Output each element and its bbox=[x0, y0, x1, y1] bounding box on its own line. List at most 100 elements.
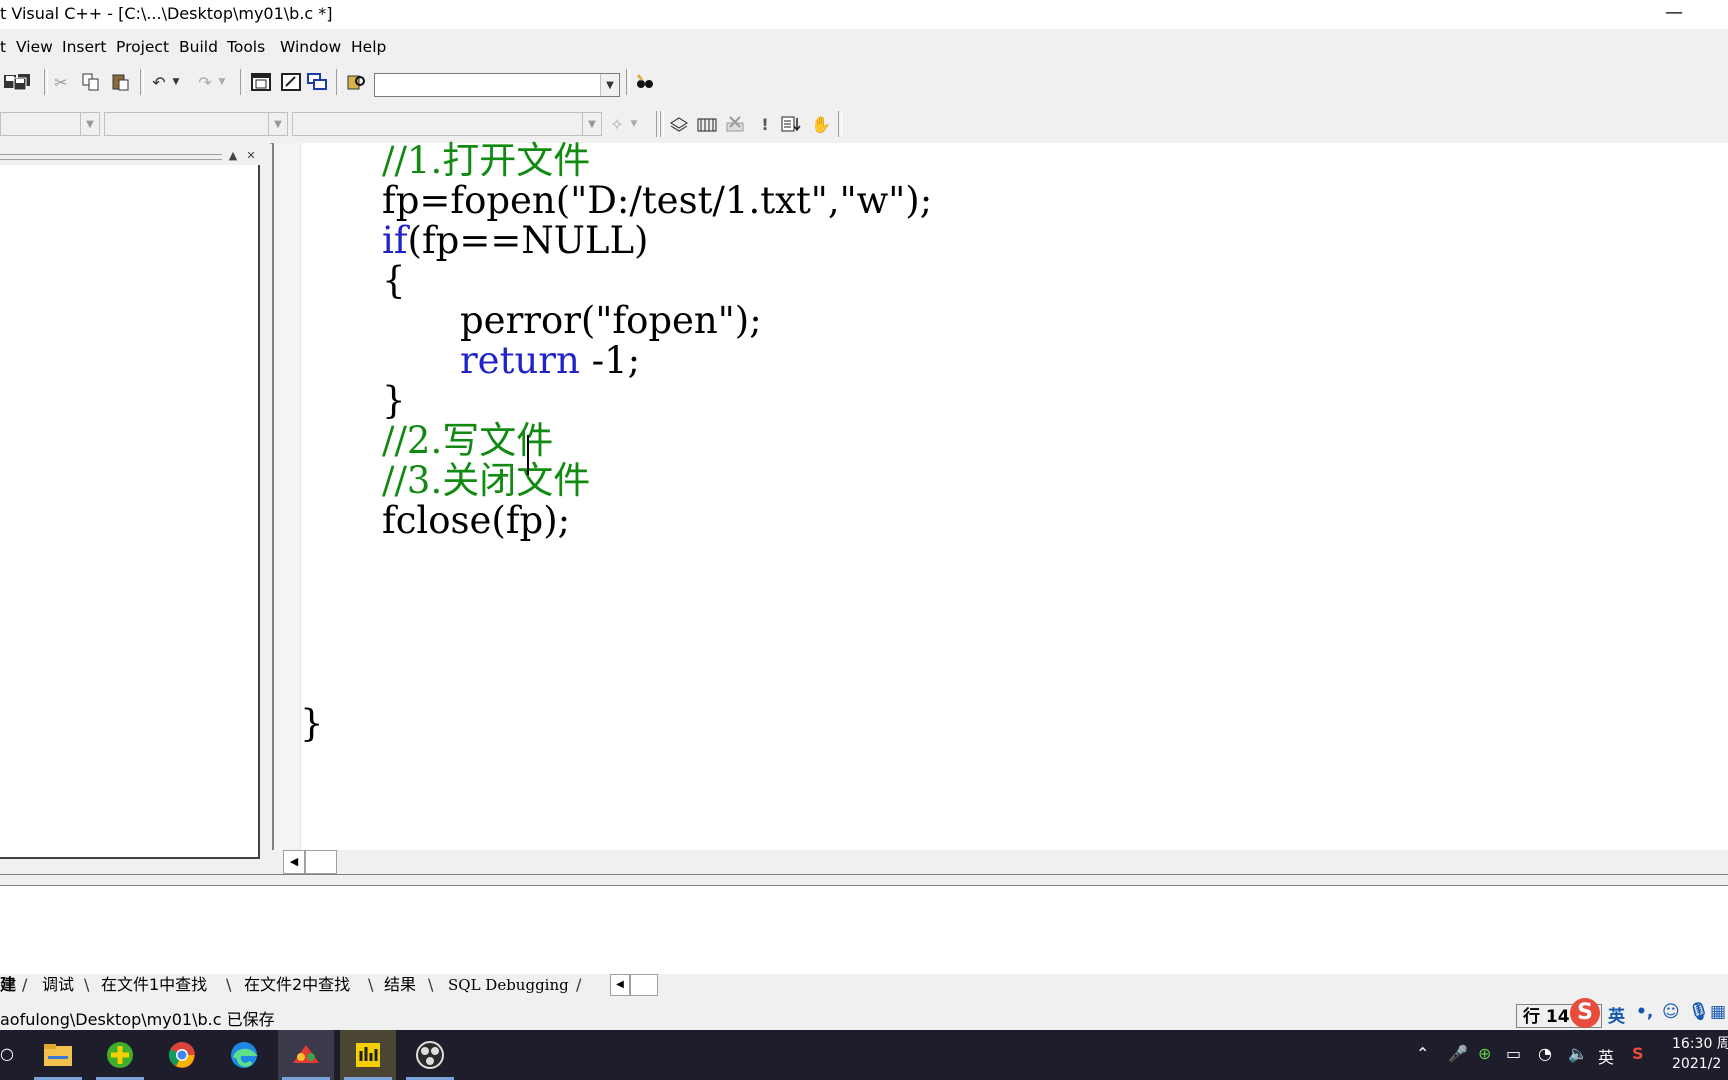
toolbar-separator bbox=[240, 69, 244, 95]
tray-battery-icon[interactable]: ▭ bbox=[1506, 1044, 1521, 1063]
code-line[interactable]: } bbox=[382, 381, 406, 421]
code-line[interactable]: return -1; bbox=[460, 341, 640, 381]
cut-icon[interactable]: ✂ bbox=[50, 71, 72, 93]
code-keyword: if bbox=[382, 219, 408, 262]
tray-chevron-up-icon[interactable]: ⌃ bbox=[1416, 1044, 1429, 1063]
taskbar-clock[interactable]: 16:30 周 2021/2 bbox=[1672, 1034, 1728, 1074]
output-icon[interactable] bbox=[280, 71, 302, 93]
obs-icon bbox=[416, 1041, 444, 1069]
filter-combo[interactable]: ▼ bbox=[104, 112, 288, 136]
sogou-logo-icon[interactable]: S bbox=[1570, 998, 1600, 1028]
code-keyword: return bbox=[460, 339, 580, 382]
wizard-icon[interactable]: ✧ bbox=[606, 113, 628, 135]
minimize-button[interactable]: — bbox=[1662, 2, 1686, 24]
redo-icon[interactable]: ↷ bbox=[194, 71, 216, 93]
taskbar-file-explorer[interactable] bbox=[30, 1030, 86, 1080]
members-combo[interactable]: ▼ bbox=[292, 112, 602, 136]
code-line[interactable]: fclose(fp); bbox=[382, 501, 570, 541]
menu-help[interactable]: Help bbox=[351, 38, 386, 56]
tray-volume-icon[interactable]: 🔈 bbox=[1568, 1044, 1588, 1063]
class-combo[interactable]: ▼ bbox=[0, 112, 100, 136]
status-message: aofulong\Desktop\my01\b.c 已保存 bbox=[0, 1010, 275, 1029]
ime-language[interactable]: 英 bbox=[1608, 1002, 1625, 1027]
workspace-tree[interactable] bbox=[0, 165, 260, 859]
code-editor[interactable]: //1.打开文件 fp=fopen("D:/test/1.txt","w"); if… bbox=[272, 141, 1728, 850]
taskbar-obs-app[interactable] bbox=[402, 1030, 458, 1080]
code-line[interactable]: fp=fopen("D:/test/1.txt","w"); bbox=[382, 181, 932, 221]
tab-results[interactable]: 结果 bbox=[384, 974, 416, 996]
scroll-left-icon[interactable]: ◀ bbox=[283, 850, 305, 874]
code-text: { bbox=[382, 259, 406, 302]
find-combo[interactable]: ▼ bbox=[374, 73, 620, 97]
tray-sogou-icon[interactable]: S bbox=[1632, 1044, 1644, 1063]
undo-dropdown-icon[interactable]: ▼ bbox=[170, 71, 182, 93]
code-line[interactable]: if(fp==NULL) bbox=[382, 221, 648, 261]
tab-sql-debugging[interactable]: SQL Debugging bbox=[448, 974, 569, 996]
chevron-down-icon[interactable]: ▼ bbox=[582, 113, 601, 135]
tray-ime-language[interactable]: 英 bbox=[1598, 1044, 1614, 1068]
chevron-down-icon[interactable]: ▼ bbox=[600, 74, 619, 96]
find-in-files-icon[interactable] bbox=[346, 71, 368, 93]
breakpoint-icon[interactable]: ✋ bbox=[810, 113, 832, 135]
undo-icon[interactable]: ↶ bbox=[148, 71, 170, 93]
taskbar-360-browser[interactable] bbox=[92, 1030, 148, 1080]
go-icon[interactable] bbox=[780, 113, 802, 135]
ime-voice-icon[interactable]: 🎙 bbox=[1688, 1002, 1710, 1022]
execute-icon[interactable]: ! bbox=[754, 113, 776, 135]
wizard-dropdown-icon[interactable]: ▼ bbox=[628, 113, 640, 135]
chevron-down-icon[interactable]: ▼ bbox=[268, 113, 287, 135]
close-pane-icon[interactable]: ✕ bbox=[244, 149, 258, 163]
code-line[interactable]: { bbox=[382, 261, 406, 301]
ime-punctuation[interactable]: •, bbox=[1636, 1002, 1653, 1022]
menu-view[interactable]: View bbox=[16, 38, 53, 56]
tray-360-icon[interactable]: ⊕ bbox=[1478, 1044, 1491, 1063]
menu-build[interactable]: Build bbox=[179, 38, 218, 56]
tab-find-in-files-1[interactable]: 在文件1中查找 bbox=[101, 974, 207, 996]
taskbar-chrome[interactable] bbox=[154, 1030, 210, 1080]
tabs-scroll-left-icon[interactable]: ◀ bbox=[610, 974, 630, 996]
redo-dropdown-icon[interactable]: ▼ bbox=[216, 71, 228, 93]
code-line[interactable]: } bbox=[300, 704, 324, 744]
taskbar-edge[interactable] bbox=[216, 1030, 272, 1080]
taskbar-vc-app[interactable] bbox=[340, 1030, 396, 1080]
tray-wifi-icon[interactable]: ◔ bbox=[1538, 1044, 1552, 1063]
compile-icon[interactable] bbox=[668, 113, 690, 135]
code-line[interactable]: //1.打开文件 bbox=[382, 141, 590, 181]
output-pane[interactable] bbox=[0, 886, 1728, 974]
menu-edit[interactable]: t bbox=[0, 38, 6, 56]
tab-find-in-files-2[interactable]: 在文件2中查找 bbox=[244, 974, 350, 996]
build-icon[interactable] bbox=[696, 113, 718, 135]
code-text: perror("fopen"); bbox=[460, 299, 762, 342]
scroll-thumb[interactable] bbox=[305, 850, 337, 874]
copy-icon[interactable] bbox=[80, 71, 102, 93]
menu-insert[interactable]: Insert bbox=[62, 38, 106, 56]
search-icon[interactable]: ○ bbox=[0, 1044, 14, 1063]
workspace-icon[interactable] bbox=[250, 71, 272, 93]
pane-gripper[interactable] bbox=[0, 154, 222, 160]
maximize-pane-icon[interactable]: ▲ bbox=[226, 149, 240, 163]
save-all-icon[interactable] bbox=[12, 71, 34, 93]
ime-skin-icon[interactable]: ▦ bbox=[1710, 1002, 1726, 1022]
menu-tools[interactable]: Tools bbox=[227, 38, 265, 56]
code-line[interactable]: perror("fopen"); bbox=[460, 301, 762, 341]
tab-debug[interactable]: 调试 bbox=[42, 974, 74, 996]
stop-build-icon[interactable] bbox=[724, 113, 746, 135]
title-bar: t Visual C++ - [C:\...\Desktop\my01\b.c … bbox=[0, 0, 1728, 29]
tab-divider: / bbox=[576, 975, 582, 994]
tabs-scroll-thumb[interactable] bbox=[630, 974, 658, 996]
menu-window[interactable]: Window bbox=[280, 38, 341, 56]
ime-toolbar[interactable]: S 英 •, ☺ 🎙 ▦ bbox=[1570, 998, 1728, 1030]
code-area[interactable]: //1.打开文件 fp=fopen("D:/test/1.txt","w"); if… bbox=[274, 141, 1728, 850]
menu-project[interactable]: Project bbox=[116, 38, 169, 56]
ime-emoji-icon[interactable]: ☺ bbox=[1662, 1002, 1680, 1022]
tab-build[interactable]: 建 bbox=[0, 974, 16, 996]
taskbar-paint-app[interactable] bbox=[278, 1030, 334, 1080]
editor-hscrollbar[interactable]: ◀ bbox=[283, 850, 1728, 874]
windows-icon[interactable] bbox=[306, 71, 328, 93]
code-line[interactable]: //3.关闭文件 bbox=[382, 461, 590, 501]
find-icon[interactable] bbox=[634, 71, 656, 93]
paste-icon[interactable] bbox=[110, 71, 132, 93]
tray-mic-icon[interactable]: 🎤 bbox=[1448, 1044, 1468, 1063]
chevron-down-icon[interactable]: ▼ bbox=[80, 113, 99, 135]
menu-bar: t View Insert Project Build Tools Window… bbox=[0, 29, 1728, 63]
